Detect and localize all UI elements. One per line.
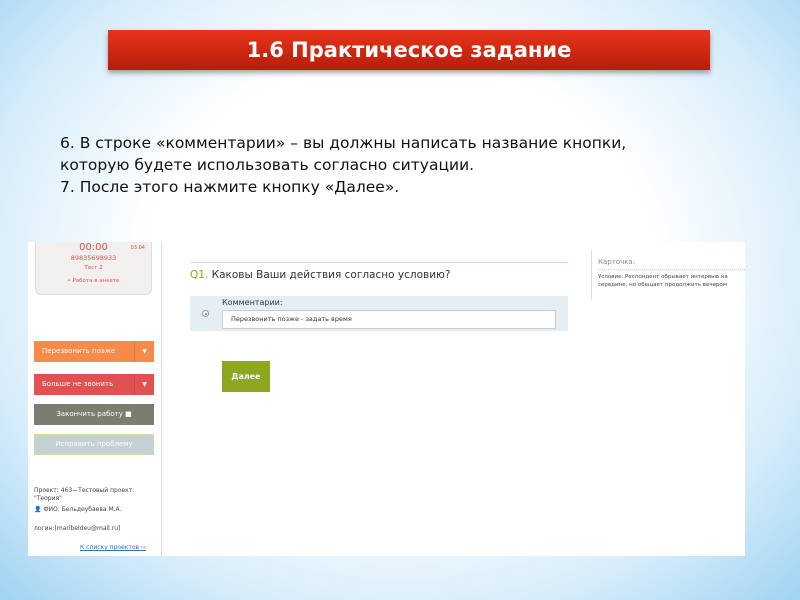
next-button[interactable]: Далее [222, 361, 270, 392]
card-panel: Карточка: Условие: Респондент обрывает и… [591, 250, 745, 300]
comment-input[interactable]: Перезвонить позже - задать время [222, 310, 556, 329]
card-title: Карточка: [598, 258, 745, 270]
login: логин:[maribeldeu@mail.ru] [34, 525, 121, 532]
user-icon: 👤 [34, 506, 44, 513]
divider [190, 262, 568, 263]
button-label: Больше не звонить [42, 380, 114, 388]
phone-number: 89835698933 [70, 254, 117, 262]
instruction-line: которую будете использовать согласно сит… [60, 156, 475, 174]
test-name: Тест 2 [84, 265, 103, 271]
caret-down-icon[interactable]: ▼ [134, 374, 154, 395]
comment-label: Комментарии: [222, 298, 283, 307]
instruction-line: 7. После этого нажмите кнопку «Далее». [60, 178, 400, 196]
status: • Работа в анкете [67, 278, 120, 284]
button-label: Перезвонить позже [42, 347, 116, 355]
question-text: Каковы Ваши действия согласно условию? [211, 269, 451, 281]
question-number: Q1. [190, 269, 209, 281]
fio-text: ФИО: Бельдеубаева М.А. [43, 506, 122, 513]
slide-title: 1.6 Практическое задание [108, 30, 710, 70]
call-later-button[interactable]: Перезвонить позже ▼ [34, 341, 154, 362]
instruction-line: 6. В строке «комментарии» – вы должны на… [60, 134, 627, 152]
time-right: 03:04 [130, 245, 145, 251]
exit-icon: ⇨ [141, 544, 147, 551]
no-call-button[interactable]: Больше не звонить ▼ [34, 374, 154, 395]
caret-down-icon[interactable]: ▼ [134, 341, 154, 362]
fio: 👤 ФИО: Бельдеубаева М.А. [34, 506, 122, 514]
project-info: Проект: 463—Тестовый проект: "Теория" [34, 487, 135, 502]
comment-option: Комментарии: Перезвонить позже - задать … [190, 296, 568, 331]
sidebar: 00:00 03:04 89835698933 Тест 2 • Работа … [28, 242, 162, 556]
fix-problem-button[interactable]: Исправить проблему [34, 434, 154, 455]
call-card: 00:00 03:04 89835698933 Тест 2 • Работа … [35, 242, 152, 295]
link-text: К списку проектов [80, 544, 140, 551]
instructions: 6. В строке «комментарии» – вы должны на… [60, 132, 740, 198]
app-screenshot: 00:00 03:04 89835698933 Тест 2 • Работа … [28, 242, 745, 556]
question: Q1. Каковы Ваши действия согласно услови… [190, 269, 450, 281]
projects-link[interactable]: К списку проектов ⇨ [80, 544, 146, 552]
card-text: Условие: Респондент обрывает интервью на… [598, 274, 728, 288]
comment-radio[interactable] [202, 310, 209, 317]
finish-button[interactable]: Закончить работу ■ [34, 404, 154, 425]
